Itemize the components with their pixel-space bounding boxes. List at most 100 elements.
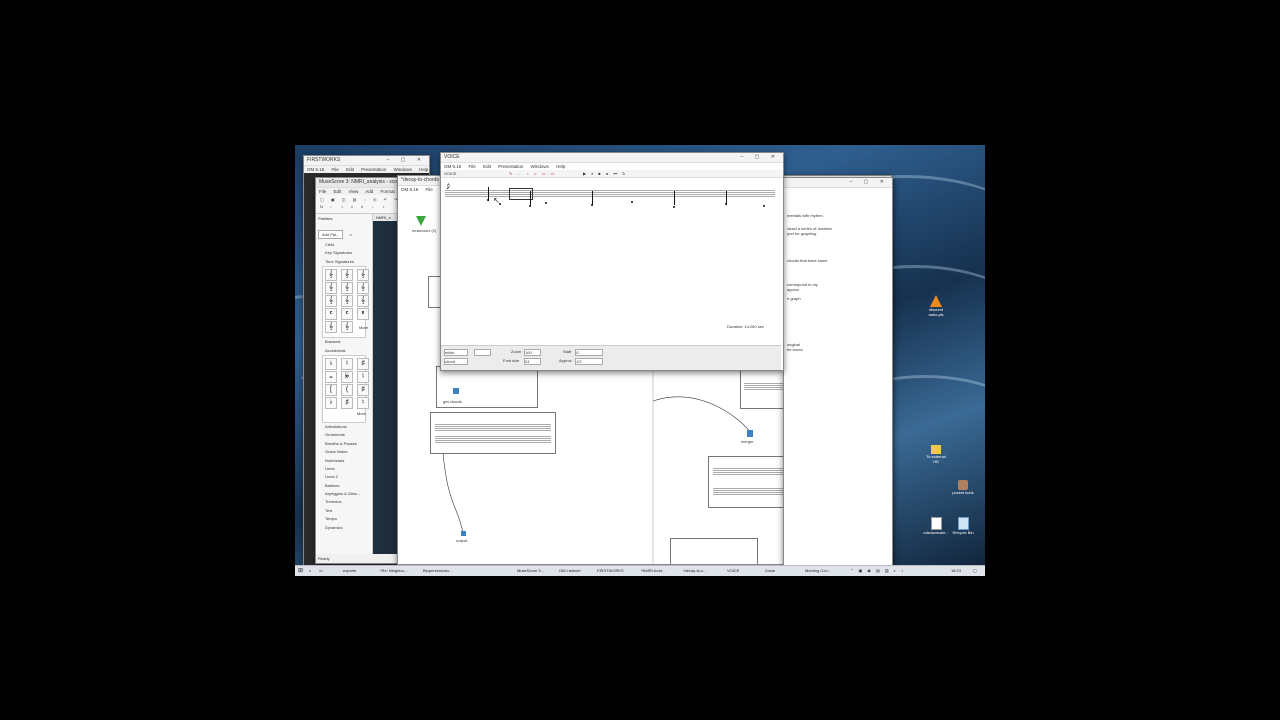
color-field[interactable] — [474, 349, 491, 356]
menu-item[interactable]: Edit — [334, 189, 342, 194]
menu-item[interactable]: Help — [556, 164, 565, 169]
menu-item[interactable]: Format — [381, 189, 395, 194]
taskbar-item[interactable]: *NMRI-fund... — [641, 567, 665, 575]
search-icon[interactable]: ⌕ — [309, 567, 311, 575]
taskbar-item[interactable]: Zoom — [765, 567, 775, 575]
palette-section[interactable]: Key Signatures — [316, 249, 372, 257]
palette-section[interactable]: Grace Notes — [316, 448, 372, 456]
palette-section[interactable]: Articulations — [316, 423, 372, 431]
desktop-icon[interactable]: Recycle Bin — [950, 517, 976, 535]
menu-item[interactable]: Help — [419, 167, 428, 172]
merger-icon[interactable] — [747, 430, 753, 437]
palette-cell[interactable]: 𝄞 — [341, 295, 353, 308]
notification-icon[interactable]: ▢ — [973, 567, 977, 575]
palette-cell[interactable]: 𝄞 — [325, 295, 337, 308]
palette-cell[interactable]: 𝄞 — [341, 282, 353, 295]
palette-section[interactable]: Tempo — [316, 515, 372, 523]
palette-cell[interactable]: ♭ — [325, 357, 337, 370]
voice-score-area[interactable]: 𝄞 ↖ Duration: 14.260 sec — [441, 179, 781, 344]
staff-select[interactable]: G — [575, 349, 603, 356]
voice-window[interactable]: VOICE – ▢ ✕ OM 6.16 File Edit Presentatio… — [440, 152, 784, 371]
note-head[interactable] — [763, 205, 765, 207]
palette-cell[interactable]: ♮ — [341, 357, 353, 370]
taskbar-item[interactable]: MuseScore 3... — [517, 567, 544, 575]
palette-cell[interactable]: ♭ — [325, 396, 337, 409]
palette-cell[interactable]: 𝄪 — [325, 370, 337, 383]
palette-section[interactable]: Time Signatures — [316, 258, 372, 266]
note-head[interactable] — [673, 206, 675, 208]
menu-item[interactable]: Windows — [531, 164, 549, 169]
desktop-icon[interactable]: pocket kunk — [950, 480, 976, 495]
palette-cell[interactable]: 𝄞 — [325, 321, 337, 334]
output-icon[interactable] — [461, 531, 466, 536]
palette-section[interactable]: Accidentals — [316, 347, 372, 355]
playback-controls[interactable]: ▶ ⏸ ■ ● ⏮ ↻ — [583, 171, 627, 176]
palette-section[interactable]: Text — [316, 507, 372, 515]
palette-cell[interactable]: 𝄴 — [341, 308, 353, 321]
palette-section[interactable]: Arpeggios & Gliss... — [316, 490, 372, 498]
palette-cell[interactable]: 𝄵 — [357, 308, 369, 321]
palette-section[interactable]: Ornaments — [316, 431, 372, 439]
palette-cell[interactable]: 𝄞 — [357, 269, 369, 282]
palette-section[interactable]: Clefs — [316, 241, 372, 249]
more-button[interactable]: More — [359, 325, 368, 330]
taskbar-item[interactable]: exports — [343, 567, 356, 575]
palette-cell[interactable]: ♯ — [357, 383, 369, 396]
zoom-input[interactable]: 100 — [524, 349, 541, 356]
add-palette-button[interactable]: Add Pal... — [318, 230, 344, 239]
system-tray-icons[interactable]: ⌃ ▣ ◉ ▤ ▥ ◐ ♪ — [850, 567, 905, 575]
desktop-icon[interactable]: cdsdocscale... — [923, 517, 949, 535]
search-icon[interactable]: ⌕ — [350, 232, 352, 237]
note-head[interactable] — [545, 202, 547, 204]
taskbar-item[interactable]: VOICE — [727, 567, 739, 575]
palette-cell[interactable]: 𝄴 — [325, 308, 337, 321]
palette-section[interactable]: Lines — [316, 465, 372, 473]
palette-cell[interactable]: ( — [341, 383, 353, 396]
palette-cell[interactable]: 𝄞 — [357, 282, 369, 295]
menu-item[interactable]: Add — [365, 189, 373, 194]
palette-cell[interactable]: ♯ — [357, 357, 369, 370]
window-controls[interactable]: – ▢ ✕ — [387, 156, 426, 165]
menu-item[interactable]: Edit — [483, 164, 491, 169]
edit-tools-icons[interactable]: ✎ ♩ ♪ ♫ ▭ ▭ — [509, 171, 556, 176]
desktop-icon[interactable]: sfsound radio.pls — [923, 295, 949, 317]
palette-section[interactable]: Dynamics — [316, 524, 372, 532]
menu-item[interactable]: Edit — [346, 167, 354, 172]
clock[interactable]: 18:23 — [951, 567, 961, 575]
graph-box[interactable] — [670, 538, 758, 564]
window-controls[interactable]: – ▢ ✕ — [741, 153, 780, 162]
taskbar-item[interactable]: Bluperesmusic... — [423, 567, 453, 575]
taskbar-item[interactable]: OM Listener — [559, 567, 581, 575]
palette-section[interactable]: Barlines — [316, 482, 372, 490]
menu-item[interactable]: Windows — [394, 167, 412, 172]
approx-select[interactable]: 1/2 — [575, 358, 603, 365]
palette-cell[interactable]: 𝄞 — [341, 269, 353, 282]
palette-section[interactable]: Breaths & Pauses — [316, 440, 372, 448]
palette-section[interactable]: Brackets — [316, 338, 372, 346]
taskbar-item[interactable]: FIRSTWORKS — [597, 567, 624, 575]
palette-section[interactable]: Tremolos — [316, 498, 372, 506]
taskbar-item[interactable]: Meeting Con... — [805, 567, 831, 575]
palette-cell[interactable]: ♮ — [357, 370, 369, 383]
window-controls[interactable]: – ▢ ✕ — [850, 178, 889, 187]
palette-cell[interactable]: 𝄫 — [341, 370, 353, 383]
palette-cell[interactable]: ♮ — [357, 396, 369, 409]
fontsize-select[interactable]: 24 — [524, 358, 541, 365]
start-icon[interactable]: ⊞ — [298, 567, 303, 575]
notes-window[interactable]: – ▢ ✕ mentals with rhythm. xtract a seri… — [783, 177, 893, 567]
menu-item[interactable]: OM 6.16 — [444, 164, 461, 169]
mode-select[interactable]: midic — [444, 349, 468, 356]
menu-item[interactable]: File — [319, 189, 326, 194]
palette-section[interactable]: Noteheads — [316, 457, 372, 465]
more-button[interactable]: More — [357, 411, 366, 416]
palette-cell[interactable]: 𝄞 — [341, 321, 353, 334]
palette-cell[interactable]: ♯ — [341, 396, 353, 409]
note-head[interactable] — [631, 201, 633, 203]
menu-item[interactable]: File — [332, 167, 339, 172]
note-head[interactable] — [529, 205, 531, 207]
menu-item[interactable]: Presentation — [498, 164, 523, 169]
menu-item[interactable]: View — [349, 189, 359, 194]
display-mode-select[interactable]: chord — [444, 358, 468, 365]
menu-item[interactable]: Presentation — [361, 167, 386, 172]
taskbar-item[interactable]: *Re: Neighbo... — [380, 567, 407, 575]
